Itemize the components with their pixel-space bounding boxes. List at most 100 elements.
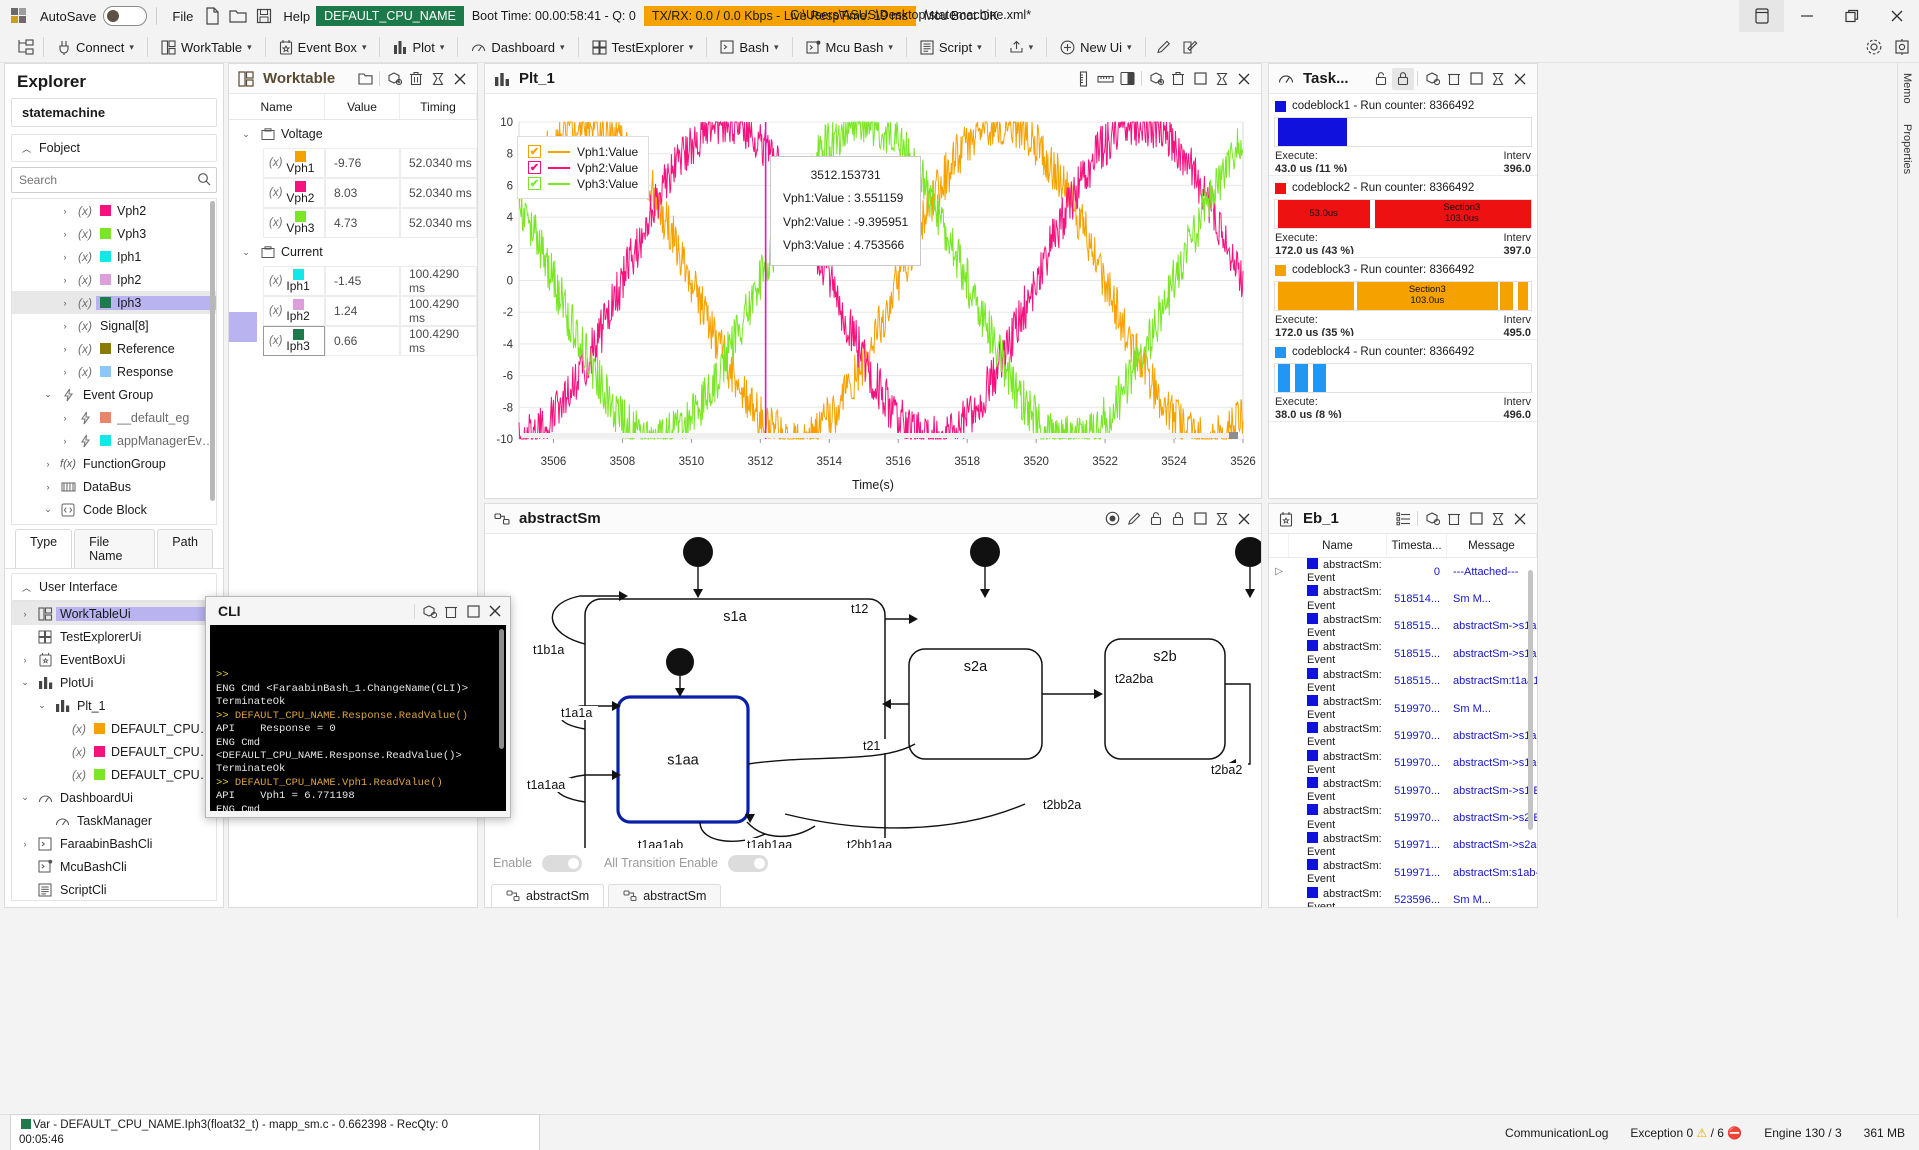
fobject-section-header[interactable]: ︿ Fobject [11, 134, 217, 162]
communication-log-label[interactable]: CommunicationLog [1505, 1126, 1608, 1140]
exception-status[interactable]: Exception 0 ⚠ / 6 ⛔ [1630, 1126, 1742, 1140]
chevron-right-icon[interactable]: › [16, 609, 34, 619]
cli-output[interactable]: >> ENG Cmd <FaraabinBash_1.ChangeName(CLI… [210, 625, 506, 811]
row-name-cell[interactable]: (x) Iph1 [263, 266, 325, 296]
eventbox-row[interactable]: abstractSm: Event 519970... abstractSm->s1 … [1269, 777, 1537, 804]
ribbon-item-testexplorer[interactable]: TestExplorer ▾ [584, 37, 702, 58]
tree-item-code-block[interactable]: ⌄ Code Block [12, 498, 216, 521]
chevron-right-icon[interactable]: › [39, 482, 57, 492]
eventbox-row[interactable]: abstractSm: Event 519970... Sm M... [1269, 694, 1537, 722]
ribbon-item-script[interactable]: Script ▾ [912, 37, 990, 58]
tree-item-mcubashcli[interactable]: McuBashCli [12, 855, 216, 878]
row-name-cell[interactable]: (x) Vph3 [263, 208, 325, 238]
maximize-icon[interactable] [1465, 68, 1487, 90]
tree-item-vph3[interactable]: › (x) Vph3 [12, 222, 216, 245]
chevron-right-icon[interactable]: › [56, 298, 74, 308]
chevron-right-icon[interactable]: › [56, 206, 74, 216]
worktable-row[interactable]: (x) Iph3 0.66 100.4290 ms [229, 326, 477, 356]
tree-item-plt-1[interactable]: ⌄ Plt_1 [12, 694, 216, 717]
eventbox-row[interactable]: abstractSm: Event 519970... abstractSm->s1a… [1269, 749, 1537, 777]
tree-item-eventboxui[interactable]: › EventBoxUi [12, 648, 216, 671]
ui-tree[interactable]: › WorkTableUi TestExplorerUi › EventBoxUi ⌄ Pl… [11, 601, 217, 901]
maximize-icon[interactable] [1189, 68, 1211, 90]
chevron-down-icon[interactable]: ⌄ [39, 389, 57, 400]
hierarchy-icon[interactable] [12, 35, 38, 59]
pin-icon[interactable] [1487, 508, 1509, 530]
trash-icon[interactable] [440, 600, 462, 622]
chevron-down-icon[interactable]: ⌄ [33, 700, 51, 711]
worktable-row[interactable]: (x) Iph2 1.24 100.4290 ms [229, 296, 477, 326]
task-timeline[interactable] [1274, 363, 1532, 393]
tree-item-worktableui[interactable]: › WorkTableUi [12, 602, 216, 625]
ribbon-item-new-ui[interactable]: New Ui ▾ [1052, 37, 1139, 58]
task-timeline[interactable]: Section3 103.0us [1274, 281, 1532, 311]
chevron-down-icon[interactable]: ⌄ [16, 792, 34, 803]
box-add-icon[interactable] [1421, 508, 1443, 530]
new-file-icon[interactable] [199, 4, 225, 28]
chevron-down-icon[interactable]: ⌄ [16, 677, 34, 688]
tree-item-taskmanager[interactable]: TaskManager [12, 809, 216, 832]
chevron-right-icon[interactable]: › [56, 367, 74, 377]
eventbox-scrollbar[interactable] [1528, 570, 1533, 830]
layout-icon[interactable] [1739, 0, 1784, 32]
unlock-icon[interactable] [1145, 508, 1167, 530]
close-icon[interactable] [1509, 508, 1531, 530]
chevron-down-icon[interactable]: ⌄ [237, 129, 255, 140]
lock-icon[interactable] [1167, 508, 1189, 530]
vtab-properties[interactable]: Properties [1898, 114, 1916, 184]
chevron-right-icon[interactable]: › [16, 839, 34, 849]
tree-item-event-group[interactable]: ⌄ Event Group [12, 383, 216, 406]
eventbox-row[interactable]: ▷ abstractSm: Event 0 ---Attached--- [1269, 558, 1537, 585]
row-name-cell[interactable]: (x) Iph2 [263, 296, 325, 326]
row-name-cell[interactable]: (x) Vph2 [263, 178, 325, 208]
pin-icon[interactable] [427, 68, 449, 90]
eventbox-row[interactable]: abstractSm: Event 519971... abstractSm->s2a… [1269, 831, 1537, 859]
tree-item-databus[interactable]: › DataBus [12, 475, 216, 498]
fobject-tree[interactable]: › (x) Vph2 › (x) Vph3 › (x) Iph1 › (x) Iph2 › (x) Iph3… [11, 198, 217, 525]
worktable-row[interactable]: (x) Iph1 -1.45 100.4290 ms [229, 266, 477, 296]
box-add-icon[interactable] [1421, 68, 1443, 90]
worktable-row[interactable]: (x) Vph3 4.73 52.0340 ms [229, 208, 477, 238]
eventbox-row[interactable]: abstractSm: Event 518515... abstractSm:t1aa… [1269, 667, 1537, 695]
chevron-down-icon[interactable]: ⌄ [237, 247, 255, 258]
ribbon-item-mcu-bash[interactable]: Mcu Bash ▾ [798, 37, 901, 58]
eventbox-row[interactable]: abstractSm: Event 519970... abstractSm->s1a… [1269, 722, 1537, 749]
legend-checkbox[interactable]: ✔ [528, 145, 541, 158]
plot-legend[interactable]: ✔ Vph1:Value ✔ Vph2:Value ✔ Vph3:Value [517, 136, 650, 199]
eventbox-row[interactable]: abstractSm: Event 519971... abstractSm:s1ab… [1269, 859, 1537, 886]
close-icon[interactable] [449, 68, 471, 90]
explorer-tab-path[interactable]: Path [157, 529, 213, 568]
tree-item-faraabinbashcli[interactable]: › FaraabinBashCli [12, 832, 216, 855]
statemachine-tab-0[interactable]: abstractSm [491, 884, 605, 907]
enable-toggle[interactable] [541, 854, 582, 872]
legend-item-2[interactable]: ✔ Vph3:Value [528, 176, 638, 191]
help-menu[interactable]: Help [277, 6, 316, 27]
ribbon-item-connect[interactable]: Connect ▾ [49, 37, 142, 58]
eventbox-row[interactable]: abstractSm: Event 519970... abstractSm->s2 … [1269, 804, 1537, 831]
trash-icon[interactable] [1443, 508, 1465, 530]
record-icon[interactable] [1101, 508, 1123, 530]
tree-item-appmanagereventgro[interactable]: › appManagerEventGro... [12, 429, 217, 452]
chevron-right-icon[interactable]: › [56, 344, 74, 354]
close-icon[interactable] [1233, 508, 1255, 530]
tree-item-default-cpu-name[interactable]: (x) DEFAULT_CPU_NAME... [12, 717, 216, 740]
legend-item-1[interactable]: ✔ Vph2:Value [528, 160, 638, 175]
box-add-icon[interactable] [418, 600, 440, 622]
all-transition-toggle[interactable] [727, 854, 768, 872]
close-icon[interactable] [1509, 68, 1531, 90]
search-input[interactable] [11, 167, 217, 193]
tree-item-iph1[interactable]: › (x) Iph1 [12, 245, 216, 268]
pencil-icon[interactable] [1151, 35, 1177, 59]
cli-scrollbar[interactable] [499, 629, 504, 749]
ribbon-item-export[interactable]: ▾ [1001, 37, 1042, 57]
tree-item-vph2[interactable]: › (x) Vph2 [12, 199, 216, 222]
tree-item-response[interactable]: › (x) Response [12, 360, 216, 383]
tree-item-default-cpu-name[interactable]: (x) DEFAULT_CPU_NAME... [12, 740, 216, 763]
ruler-h-icon[interactable] [1094, 68, 1116, 90]
tree-scrollbar[interactable] [210, 201, 215, 501]
chevron-right-icon[interactable]: › [56, 275, 74, 285]
eventbox-row[interactable]: abstractSm: Event 518515... abstractSm->s1a… [1269, 612, 1537, 640]
worktable-group-voltage[interactable]: ⌄ Voltage [229, 120, 477, 148]
statemachine-canvas[interactable]: s1a s1aa s2a s2b t12 t1b1a t1a1a t1a1aa t21 t2a2b… [485, 534, 1261, 848]
gear-icon[interactable] [1865, 38, 1883, 56]
